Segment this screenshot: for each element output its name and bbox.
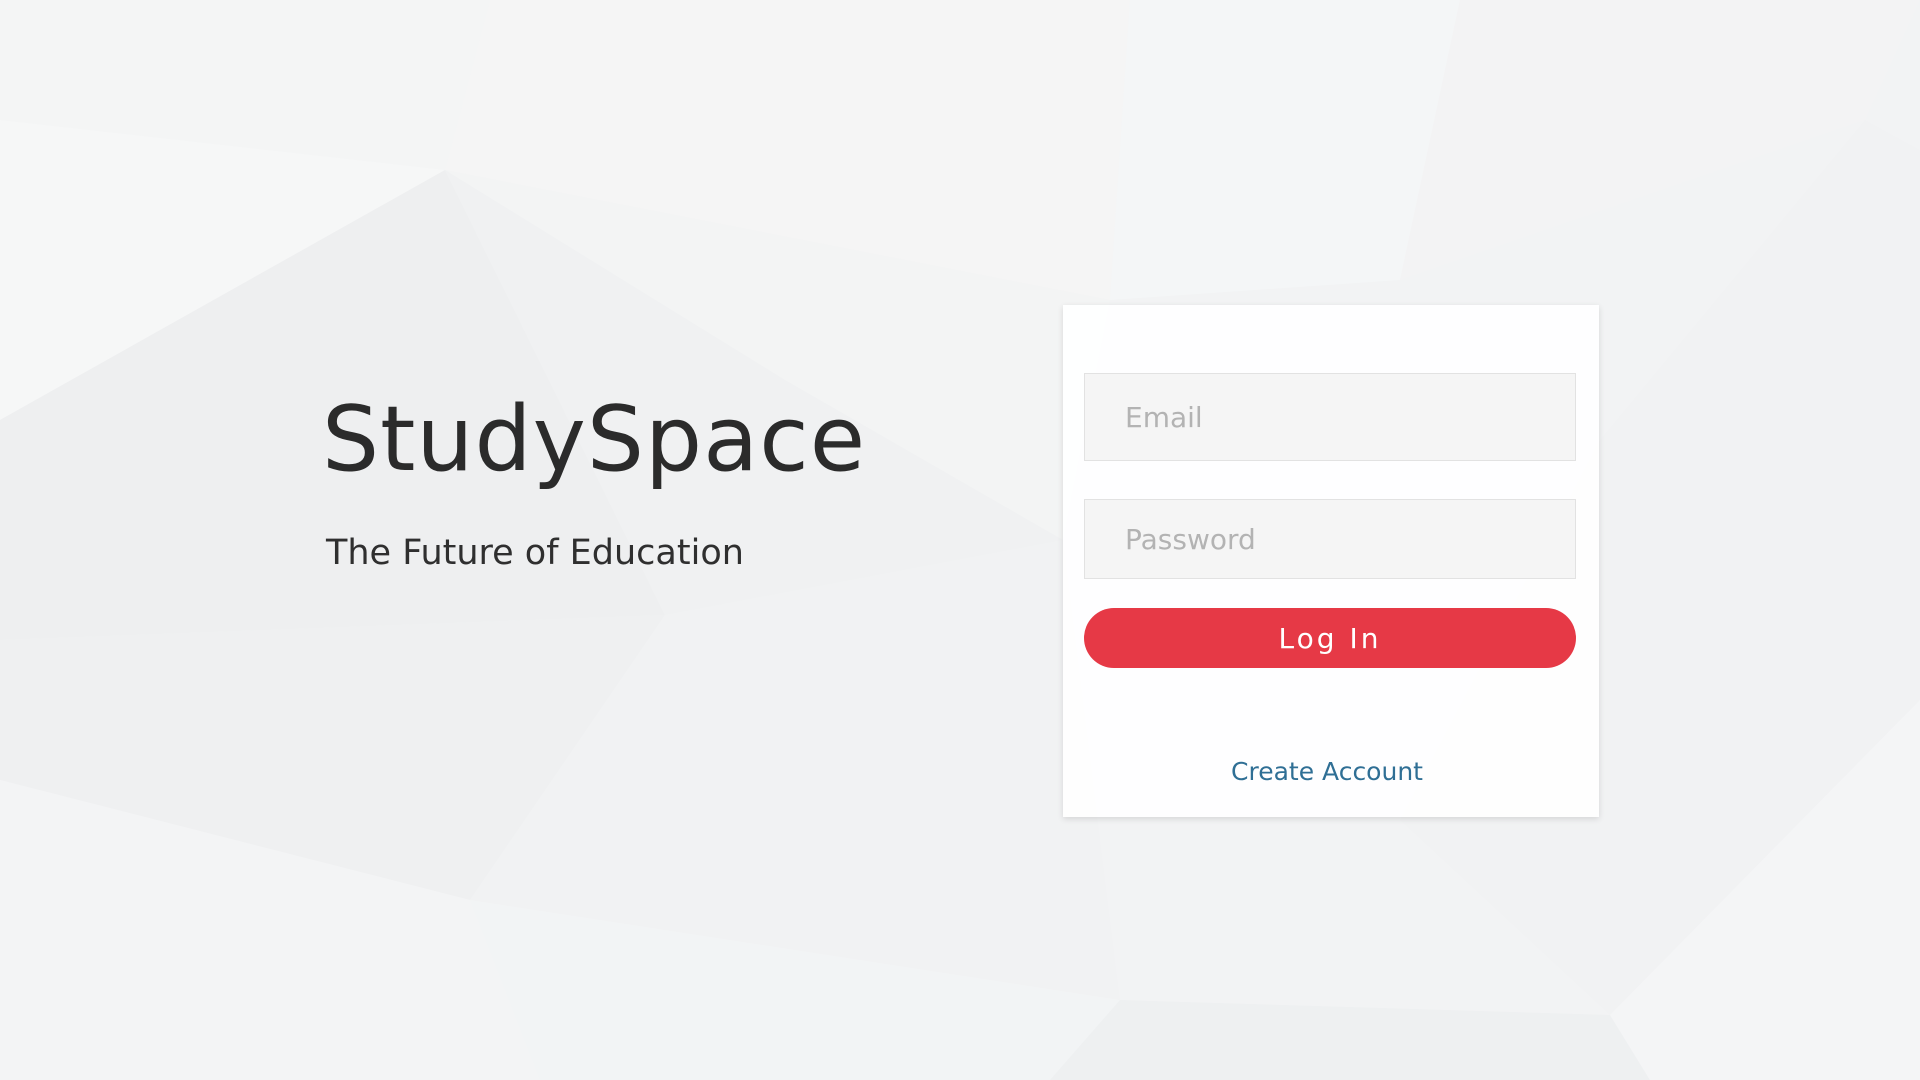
- login-card: Log In Create Account: [1063, 305, 1599, 817]
- create-account-link[interactable]: Create Account: [1063, 757, 1591, 786]
- email-field[interactable]: [1084, 373, 1576, 461]
- password-input[interactable]: [1125, 522, 1575, 556]
- background-pattern: [0, 0, 1920, 1080]
- login-button[interactable]: Log In: [1084, 608, 1576, 668]
- app-tagline: The Future of Education: [326, 533, 744, 573]
- password-field[interactable]: [1084, 499, 1576, 579]
- app-title: StudySpace: [322, 387, 867, 492]
- brand-block: StudySpace The Future of Education: [322, 387, 867, 574]
- email-input[interactable]: [1125, 400, 1575, 434]
